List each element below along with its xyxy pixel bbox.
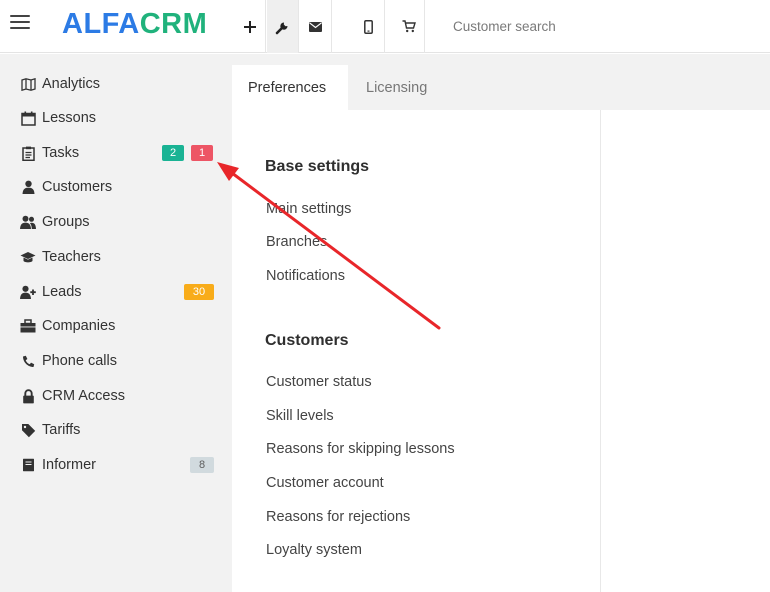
- sidebar-item-label: Tariffs: [42, 422, 81, 438]
- user-icon: [20, 179, 36, 195]
- logo-part1: ALFA: [62, 8, 140, 40]
- user-plus-icon: [20, 284, 36, 300]
- link-branches[interactable]: Branches: [266, 234, 327, 250]
- sidebar-item-lessons[interactable]: Lessons: [20, 105, 220, 131]
- sidebar-item-label: Groups: [42, 214, 90, 230]
- sidebar-item-analytics[interactable]: Analytics: [20, 71, 220, 97]
- menu-icon[interactable]: [10, 15, 30, 35]
- clipboard-icon: [20, 145, 36, 161]
- sidebar-item-label: Leads: [42, 284, 82, 300]
- informer-count-badge: 8: [190, 457, 214, 473]
- briefcase-icon: [20, 318, 36, 334]
- cart-button[interactable]: [393, 0, 425, 53]
- sidebar-item-label: CRM Access: [42, 388, 125, 404]
- sidebar-item-label: Analytics: [42, 76, 101, 92]
- leads-count-badge: 30: [184, 284, 214, 300]
- settings-tabs: Preferences Licensing: [232, 54, 770, 110]
- map-icon: [20, 76, 36, 92]
- sidebar-item-crm-access[interactable]: CRM Access: [20, 383, 220, 409]
- sidebar-item-leads[interactable]: Leads 30: [20, 279, 220, 305]
- cart-icon: [402, 20, 416, 33]
- section-title-base-settings: Base settings: [265, 158, 370, 175]
- tab-preferences[interactable]: Preferences: [232, 65, 348, 110]
- book-icon: [20, 457, 36, 473]
- link-customer-account[interactable]: Customer account: [266, 475, 384, 491]
- mobile-phone-icon: [364, 19, 373, 34]
- sidebar-item-label: Phone calls: [42, 353, 117, 369]
- sidebar-item-label: Teachers: [42, 249, 101, 265]
- lock-icon: [20, 388, 36, 404]
- settings-button[interactable]: [267, 0, 299, 53]
- sidebar-item-customers[interactable]: Customers: [20, 174, 220, 200]
- logo[interactable]: ALFACRM: [62, 8, 207, 41]
- link-notifications[interactable]: Notifications: [266, 268, 345, 284]
- messages-button[interactable]: [300, 0, 332, 53]
- sidebar-item-label: Lessons: [42, 110, 97, 126]
- envelope-icon: [309, 21, 322, 32]
- tag-icon: [20, 422, 36, 438]
- sidebar-item-teachers[interactable]: Teachers: [20, 244, 220, 270]
- tab-licensing[interactable]: Licensing: [350, 65, 443, 110]
- tasks-overdue-badge: 1: [191, 145, 213, 161]
- sidebar-item-label: Tasks: [42, 145, 80, 161]
- sidebar-item-label: Customers: [42, 179, 113, 195]
- sidebar-item-companies[interactable]: Companies: [20, 313, 220, 339]
- wrench-icon: [275, 21, 288, 34]
- graduation-cap-icon: [20, 249, 36, 265]
- link-skill-levels[interactable]: Skill levels: [266, 408, 334, 424]
- preferences-panel: Base settings Main settings Branches Not…: [232, 110, 601, 592]
- link-loyalty-system[interactable]: Loyalty system: [266, 542, 362, 558]
- logo-part2: CRM: [139, 8, 208, 40]
- plus-icon: [243, 20, 256, 33]
- sidebar-item-tariffs[interactable]: Tariffs: [20, 417, 220, 443]
- tasks-count-badge: 2: [162, 145, 184, 161]
- sidebar: Analytics Lessons Tasks 2 1 Customers Gr…: [0, 54, 232, 592]
- top-bar: ALFACRM: [0, 0, 770, 53]
- sidebar-item-phone-calls[interactable]: Phone calls: [20, 348, 220, 374]
- link-main-settings[interactable]: Main settings: [266, 201, 351, 217]
- sidebar-item-informer[interactable]: Informer 8: [20, 452, 220, 478]
- add-button[interactable]: [234, 0, 266, 53]
- customer-search-input[interactable]: [437, 0, 767, 53]
- sidebar-item-tasks[interactable]: Tasks 2 1: [20, 140, 220, 166]
- sidebar-item-label: Informer: [42, 457, 96, 473]
- calendar-icon: [20, 110, 36, 126]
- sidebar-item-groups[interactable]: Groups: [20, 209, 220, 235]
- users-icon: [20, 214, 36, 230]
- phone-icon: [20, 353, 36, 369]
- link-customer-status[interactable]: Customer status: [266, 374, 372, 390]
- link-reasons-skipping-lessons[interactable]: Reasons for skipping lessons: [266, 441, 455, 457]
- link-reasons-rejections[interactable]: Reasons for rejections: [266, 509, 410, 525]
- section-title-customers: Customers: [265, 332, 349, 349]
- sidebar-item-label: Companies: [42, 318, 116, 334]
- mobile-button[interactable]: [353, 0, 385, 53]
